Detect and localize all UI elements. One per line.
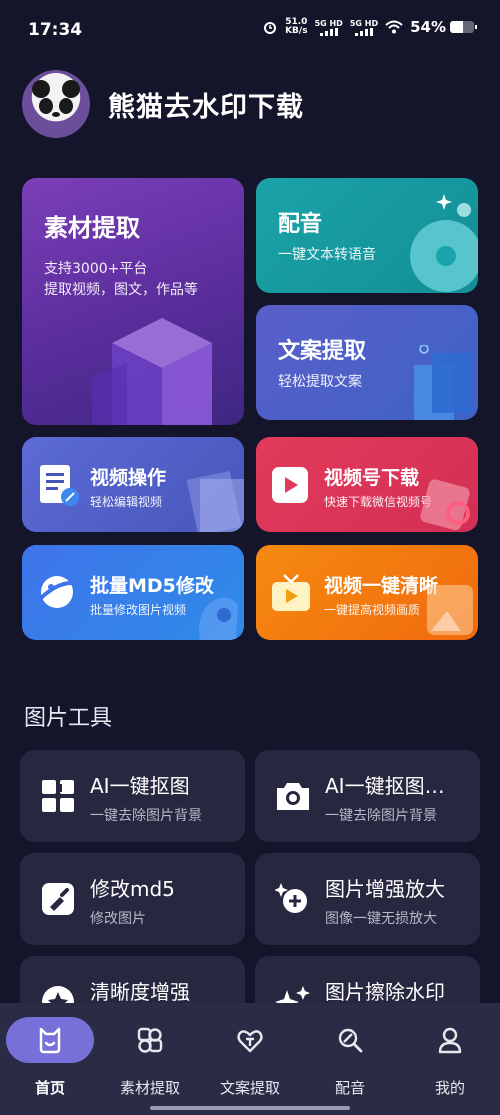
panda-ear (62, 80, 80, 98)
zoom-sparkle-icon (275, 881, 311, 917)
battery-icon (450, 21, 477, 33)
home-indicator[interactable] (150, 1106, 350, 1110)
nav-item-home[interactable]: 首页 (0, 1017, 100, 1107)
nav-label: 文案提取 (219, 1079, 280, 1097)
tv-icon (272, 574, 310, 611)
tool-subtitle: 一键去除图片背景 (325, 808, 437, 824)
page-title: 熊猫去水印下载 (108, 91, 304, 123)
copy-extract-icon (237, 1030, 263, 1053)
face-profile-decor (199, 597, 238, 640)
nav-label: 配音 (334, 1079, 365, 1097)
net-speed-unit: KB/s (285, 26, 308, 36)
picture-decor (427, 585, 473, 635)
net-speed: 51.0 KB/s (285, 18, 307, 36)
nav-icon-container (6, 1017, 94, 1063)
play-video-icon (272, 467, 308, 503)
signal-icon (354, 27, 373, 36)
card-title: 配音 (278, 212, 323, 237)
tool-title: AI一键抠图… (325, 774, 445, 798)
tool-title: 图片擦除水印 (325, 980, 445, 1004)
signal-label: 5G HD (314, 18, 343, 28)
tool-title: 修改md5 (90, 877, 175, 901)
paper-stack-decor (186, 471, 244, 532)
card-subtitle: 轻松编辑视频 (90, 495, 163, 509)
card-subtitle: 一键文本转语音 (278, 247, 376, 263)
signal-1: 5G HD (315, 19, 343, 36)
tool-title: 图片增强放大 (325, 877, 445, 901)
status-time: 17:34 (28, 20, 83, 40)
material-icon (137, 1027, 163, 1053)
batch-md5-card[interactable]: 批量MD5修改 批量修改图片视频 (22, 545, 244, 640)
grid-icon (40, 778, 76, 814)
tool-title: AI一键抠图 (90, 774, 190, 798)
card-subtitle: 一键提高视频画质 (324, 603, 421, 617)
dub-icon (338, 1028, 363, 1053)
nav-item-material[interactable]: 素材提取 (100, 1017, 200, 1107)
card-subtitle: 支持3000+平台 (44, 261, 148, 277)
home-icon (39, 1027, 61, 1054)
battery: 54% (410, 18, 477, 36)
app-header: 熊猫去水印下载 (22, 70, 304, 138)
sound-disc-icon (410, 194, 478, 292)
bottom-nav: 首页 素材提取 文案提取 配音 我的 (0, 1003, 500, 1115)
signal-label: 5G HD (349, 18, 379, 28)
alarm-icon (264, 22, 277, 34)
tool-subtitle: 修改图片 (90, 911, 146, 927)
status-icons: 51.0 KB/s 5G HD 5G HD 54% (262, 18, 477, 36)
video-edit-card[interactable]: 视频操作 轻松编辑视频 (22, 437, 244, 532)
tool-modify-md5[interactable]: 修改md5 修改图片 (20, 853, 245, 945)
card-title: 视频操作 (90, 467, 167, 489)
panda-nose (52, 112, 60, 117)
tool-subtitle: 图像一键无损放大 (325, 911, 437, 927)
card-title: 视频号下载 (324, 467, 420, 489)
download-decor (420, 479, 470, 531)
camera-icon (275, 778, 311, 814)
card-title: 素材提取 (44, 214, 140, 242)
section-title-image-tools: 图片工具 (24, 706, 113, 731)
tool-ai-cutout[interactable]: AI一键抠图 一键去除图片背景 (20, 750, 245, 842)
nav-icon-container (106, 1017, 194, 1063)
channel-download-card[interactable]: 视频号下载 快速下载微信视频号 (256, 437, 478, 532)
panda-ear (32, 80, 50, 98)
avatar[interactable] (22, 70, 90, 138)
tool-title: 清晰度增强 (90, 980, 190, 1004)
panda-eye (39, 98, 53, 114)
copy-extract-card[interactable]: 文案提取 轻松提取文案 (256, 305, 478, 420)
card-subtitle: 提取视频，图文，作品等 (44, 282, 198, 298)
tool-ai-cutout-2[interactable]: AI一键抠图… 一键去除图片背景 (255, 750, 480, 842)
dub-card[interactable]: 配音 一键文本转语音 (256, 178, 478, 293)
material-extract-card[interactable]: 素材提取 支持3000+平台 提取视频，图文，作品等 (22, 178, 244, 425)
signal-icon (319, 27, 338, 36)
nav-icon-container (306, 1017, 394, 1063)
signal-2: 5G HD (350, 19, 378, 36)
battery-percent: 54% (410, 18, 446, 36)
nav-icon-container (406, 1017, 494, 1063)
tool-subtitle: 一键去除图片背景 (90, 808, 202, 824)
card-title: 文案提取 (278, 339, 367, 364)
wifi-icon (385, 20, 403, 34)
nav-item-copy[interactable]: 文案提取 (200, 1017, 300, 1107)
tool-enhance-upscale[interactable]: 图片增强放大 图像一键无损放大 (255, 853, 480, 945)
document-stack-icon (414, 345, 472, 420)
edit-document-icon (40, 465, 79, 506)
card-subtitle: 批量修改图片视频 (90, 603, 187, 617)
video-clarify-card[interactable]: 视频一键清晰 一键提高视频画质 (256, 545, 478, 640)
planet-icon (36, 576, 77, 608)
nav-label: 我的 (434, 1079, 465, 1097)
panda-eye (59, 98, 73, 114)
nav-item-profile[interactable]: 我的 (400, 1017, 500, 1107)
nav-label: 素材提取 (119, 1079, 180, 1097)
cube-icon (92, 318, 212, 425)
nav-icon-container (206, 1017, 294, 1063)
status-bar: 17:34 51.0 KB/s 5G HD 5G HD 54% (0, 0, 500, 58)
profile-icon (438, 1027, 462, 1054)
nav-label: 首页 (34, 1079, 65, 1097)
card-subtitle: 轻松提取文案 (278, 374, 362, 390)
brush-icon (40, 881, 76, 917)
nav-item-dub[interactable]: 配音 (300, 1017, 400, 1107)
